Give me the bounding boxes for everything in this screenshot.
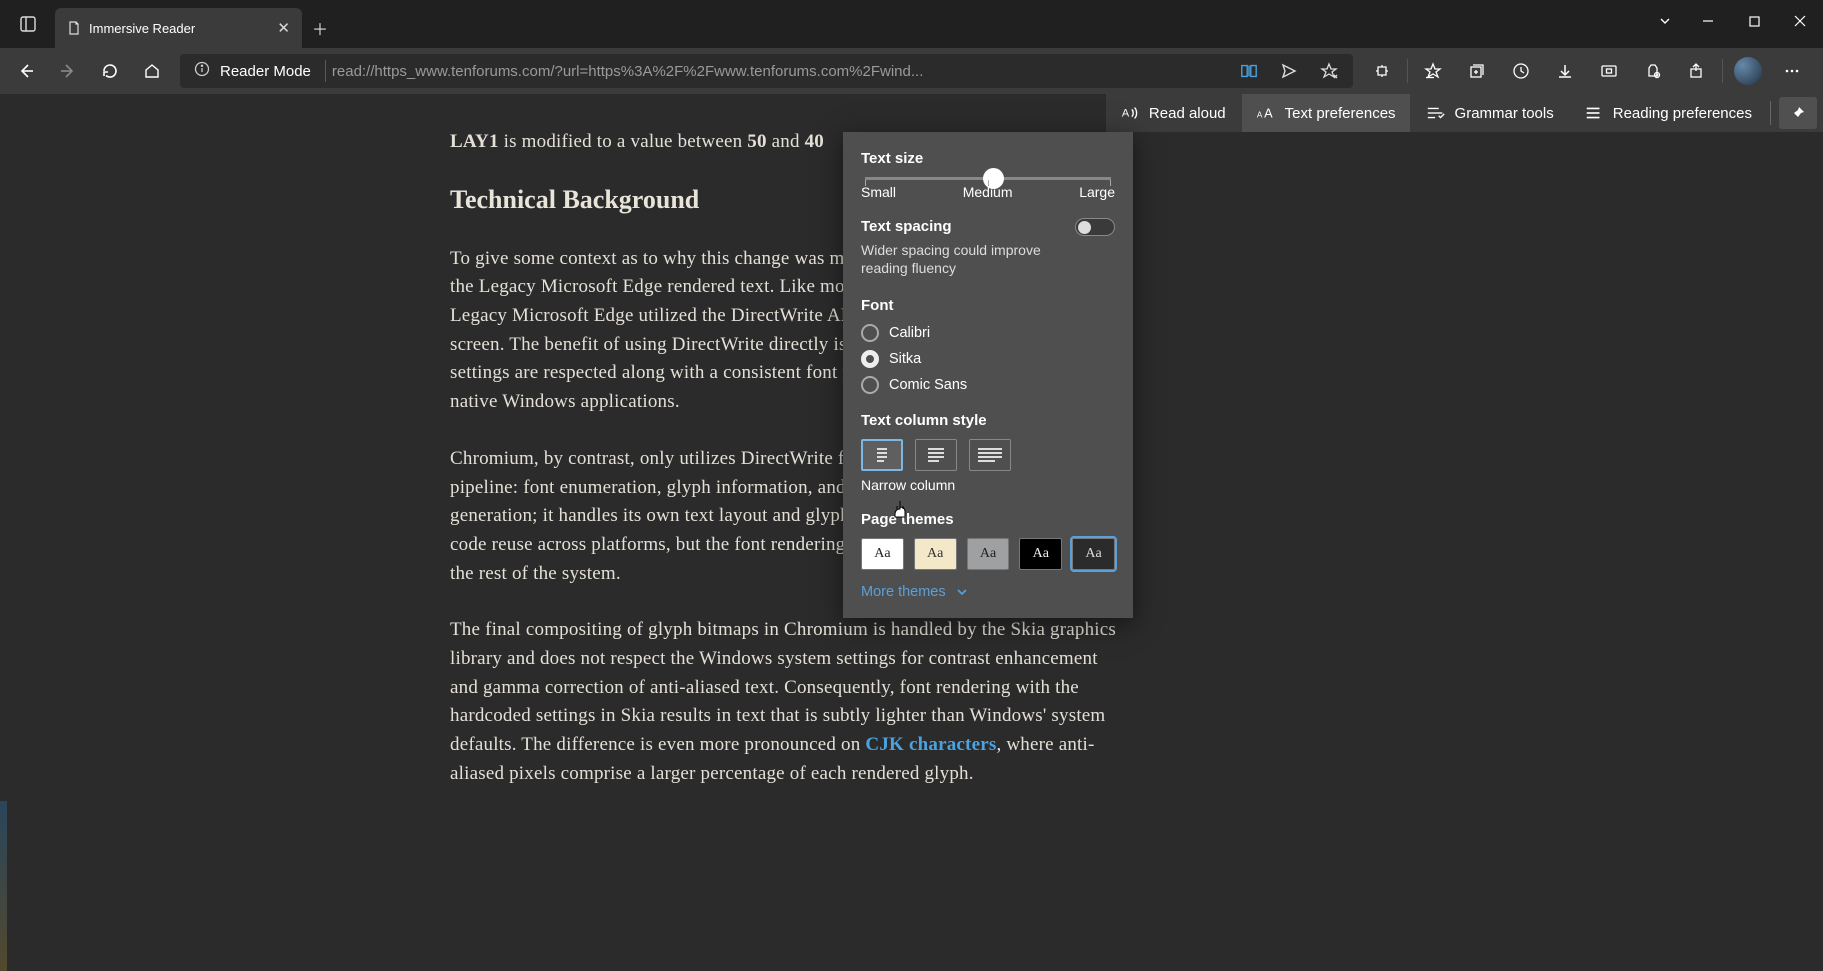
read-aloud-label: Read aloud (1149, 105, 1226, 122)
divider (325, 60, 326, 82)
new-tab-button[interactable]: ＋ (302, 8, 338, 48)
text-spacing-toggle[interactable] (1075, 218, 1115, 236)
reading-pref-label: Reading preferences (1613, 105, 1752, 122)
slider-thumb[interactable] (983, 168, 1004, 189)
toolbar: Reader Mode read://https_www.tenforums.c… (0, 48, 1823, 94)
column-style-label: Text column style (861, 412, 1115, 429)
theme-gray[interactable]: Aa (967, 538, 1010, 570)
column-narrow-button[interactable] (861, 439, 903, 471)
immersive-reader-icon[interactable] (1229, 62, 1269, 80)
font-comicsans-radio[interactable]: Comic Sans (861, 376, 1115, 394)
tab-title: Immersive Reader (89, 21, 195, 36)
radio-label: Comic Sans (889, 377, 967, 393)
article-paragraph: The final compositing of glyph bitmaps i… (450, 616, 1130, 788)
divider (1770, 101, 1771, 125)
svg-text:A: A (1122, 108, 1130, 120)
browser-tab[interactable]: Immersive Reader ✕ (55, 8, 302, 48)
favorite-star-icon[interactable] (1309, 62, 1349, 80)
font-label: Font (861, 297, 1115, 314)
size-large-label: Large (1079, 184, 1115, 200)
reader-toolbar: A Read aloud AA Text preferences Grammar… (1106, 94, 1823, 132)
maximize-button[interactable] (1731, 1, 1777, 41)
apps-icon[interactable] (1632, 51, 1674, 91)
pin-button[interactable] (1779, 97, 1817, 129)
column-selected-label: Narrow column (861, 477, 1115, 493)
more-themes-label: More themes (861, 584, 946, 600)
grammar-icon (1426, 103, 1446, 123)
window-controls (1645, 0, 1823, 48)
close-tab-icon[interactable]: ✕ (277, 19, 290, 37)
minimize-button[interactable] (1685, 1, 1731, 41)
radio-icon (861, 350, 879, 368)
screenshot-icon[interactable] (1588, 51, 1630, 91)
reading-preferences-button[interactable]: Reading preferences (1570, 94, 1766, 132)
address-bar[interactable]: Reader Mode read://https_www.tenforums.c… (180, 54, 1353, 88)
theme-white[interactable]: Aa (861, 538, 904, 570)
collections-icon[interactable] (1456, 51, 1498, 91)
radio-label: Calibri (889, 325, 930, 341)
text-preferences-popup: Text size Small Medium Large Text spacin… (843, 132, 1133, 618)
share-icon[interactable] (1676, 51, 1718, 91)
site-info-icon[interactable] (184, 61, 220, 82)
more-menu-icon[interactable] (1771, 51, 1813, 91)
grammar-tools-button[interactable]: Grammar tools (1412, 94, 1568, 132)
document-icon (67, 21, 81, 35)
read-aloud-icon: A (1120, 103, 1140, 123)
send-icon[interactable] (1269, 63, 1309, 79)
theme-black[interactable]: Aa (1019, 538, 1062, 570)
refresh-button[interactable] (90, 51, 130, 91)
article-link[interactable]: CJK characters (865, 734, 996, 755)
reader-mode-label: Reader Mode (220, 63, 325, 80)
grammar-label: Grammar tools (1455, 105, 1554, 122)
divider (1407, 59, 1408, 83)
downloads-icon[interactable] (1544, 51, 1586, 91)
profile-avatar[interactable] (1727, 51, 1769, 91)
theme-sepia[interactable]: Aa (914, 538, 957, 570)
text-pref-icon: AA (1256, 103, 1276, 123)
radio-icon (861, 324, 879, 342)
size-small-label: Small (861, 184, 896, 200)
favorites-icon[interactable] (1412, 51, 1454, 91)
url-text: read://https_www.tenforums.com/?url=http… (332, 63, 1229, 80)
divider (1722, 59, 1723, 83)
column-medium-button[interactable] (915, 439, 957, 471)
font-calibri-radio[interactable]: Calibri (861, 324, 1115, 342)
text-size-slider[interactable] (865, 177, 1111, 180)
toolbar-right (1361, 51, 1817, 91)
text-spacing-label: Text spacing (861, 218, 952, 235)
read-aloud-button[interactable]: A Read aloud (1106, 94, 1240, 132)
titlebar-drag (338, 0, 1645, 48)
svg-text:A: A (1257, 111, 1263, 120)
extensions-icon[interactable] (1361, 51, 1403, 91)
close-window-button[interactable] (1777, 1, 1823, 41)
text-size-label: Text size (861, 150, 1115, 167)
decorative-bar (0, 801, 7, 971)
chevron-down-icon (956, 586, 968, 598)
titlebar: Immersive Reader ✕ ＋ (0, 0, 1823, 48)
more-themes-link[interactable]: More themes (861, 584, 1115, 600)
forward-button[interactable] (48, 51, 88, 91)
text-pref-label: Text preferences (1285, 105, 1396, 122)
pin-icon (1790, 105, 1806, 121)
back-button[interactable] (6, 51, 46, 91)
column-wide-button[interactable] (969, 439, 1011, 471)
radio-label: Sitka (889, 351, 921, 367)
radio-icon (861, 376, 879, 394)
text-spacing-hint: Wider spacing could improve reading flue… (861, 241, 1061, 277)
svg-text:A: A (1264, 106, 1273, 121)
theme-dark[interactable]: Aa (1072, 538, 1115, 570)
reading-pref-icon (1584, 103, 1604, 123)
home-button[interactable] (132, 51, 172, 91)
tab-actions-button[interactable] (0, 0, 55, 48)
text-preferences-button[interactable]: AA Text preferences (1242, 94, 1410, 132)
page-themes-label: Page themes (861, 511, 1115, 528)
chevron-down-icon[interactable] (1645, 1, 1685, 41)
font-sitka-radio[interactable]: Sitka (861, 350, 1115, 368)
history-icon[interactable] (1500, 51, 1542, 91)
